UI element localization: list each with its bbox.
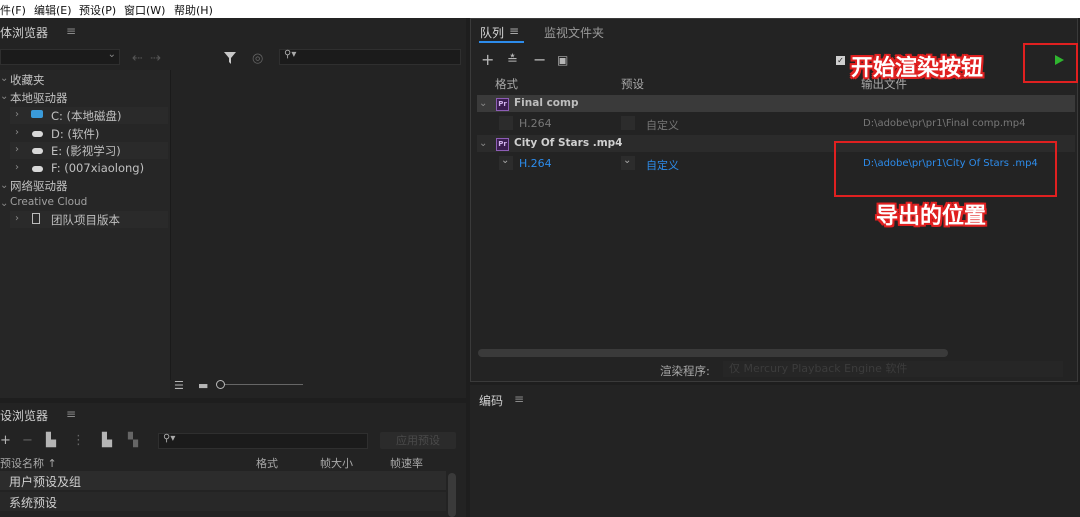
list-view-icon[interactable]: ☰: [174, 379, 184, 392]
preset-row-user[interactable]: 用户预设及组: [9, 473, 81, 490]
tree-drive-c[interactable]: C: (本地磁盘): [51, 108, 122, 124]
tree-drive-e[interactable]: E: (影视学习): [51, 143, 121, 159]
horizontal-scrollbar[interactable]: [478, 349, 948, 357]
column-frame-size[interactable]: 帧大小: [320, 455, 353, 471]
encoding-panel: 编码 ≡: [470, 385, 1080, 517]
search-input[interactable]: ⚲▾: [279, 49, 461, 65]
chevron-down-icon[interactable]: ⌄: [479, 138, 487, 149]
annotation-box-output: [834, 141, 1057, 197]
chevron-down-icon: ⌄: [623, 155, 632, 166]
chevron-right-icon[interactable]: ›: [15, 162, 19, 173]
chevron-right-icon[interactable]: ›: [15, 109, 19, 120]
team-project-icon: [32, 213, 40, 224]
search-icon: ⚲▾: [163, 433, 176, 444]
queue-group-name: Final comp: [514, 97, 579, 109]
back-arrow-icon[interactable]: ⇠: [132, 52, 143, 65]
media-browser-title: 媒体浏览器: [0, 26, 49, 40]
forward-arrow-icon[interactable]: ⇢: [150, 52, 161, 65]
renderer-label: 渲染程序:: [660, 364, 710, 378]
item-format[interactable]: H.264: [519, 157, 552, 170]
drive-icon: [32, 148, 43, 154]
drive-icon: [32, 131, 43, 137]
encoding-title: 编码: [479, 394, 504, 408]
view-icon[interactable]: ◎: [252, 52, 263, 65]
column-preset[interactable]: 预设: [621, 76, 644, 92]
auto-start-checkbox[interactable]: ✓: [836, 56, 845, 65]
chevron-right-icon[interactable]: ›: [15, 213, 19, 224]
menu-edit[interactable]: 编辑(E): [34, 2, 72, 18]
tab-queue[interactable]: 队列: [480, 24, 504, 41]
preset-row-system[interactable]: 系统预设: [9, 494, 57, 511]
settings-icon[interactable]: ⋮: [72, 434, 85, 447]
new-group-icon[interactable]: ▙: [46, 434, 56, 447]
item-format[interactable]: H.264: [519, 117, 552, 130]
panel-menu-icon[interactable]: ≡: [66, 407, 76, 421]
panel-menu-icon[interactable]: ≡: [66, 24, 76, 38]
column-format[interactable]: 格式: [256, 455, 278, 471]
chevron-right-icon[interactable]: ›: [15, 144, 19, 155]
tree-local-drives[interactable]: 本地驱动器: [10, 90, 68, 106]
media-browser-panel: 媒体浏览器 ≡ ⌄ ⇠ ⇢ ◎ ⚲▾ ⌄ 收藏夹 ⌄ 本地驱动器 › C: (本…: [0, 18, 466, 398]
filter-icon[interactable]: [224, 52, 236, 67]
add-icon[interactable]: +: [0, 434, 11, 447]
tree-favorites[interactable]: 收藏夹: [10, 72, 45, 88]
menu-file[interactable]: 件(F): [0, 2, 26, 18]
column-output-file[interactable]: 输出文件: [861, 76, 907, 92]
preset-dropdown[interactable]: [621, 116, 635, 130]
chevron-down-icon: ⌄: [501, 155, 510, 166]
format-dropdown[interactable]: [499, 116, 513, 130]
icon-view-icon[interactable]: ▬: [198, 379, 208, 392]
preset-dropdown[interactable]: ⌄: [621, 155, 635, 170]
tree-drive-d[interactable]: D: (软件): [51, 126, 99, 142]
preset-browser-title: 预设浏览器: [0, 409, 49, 423]
menu-preset[interactable]: 预设(P): [79, 2, 116, 18]
tree-creative-cloud[interactable]: Creative Cloud: [10, 196, 87, 208]
annotation-box-render: [1023, 43, 1078, 83]
queue-panel: 队列 ≡ 监视文件夹 + ≛ − ▣ ✓ 开始渲染按钮 格式 预设 输出文件 ⌄…: [470, 18, 1078, 382]
item-preset[interactable]: 自定义: [646, 117, 679, 133]
play-icon[interactable]: [1055, 55, 1064, 65]
chevron-right-icon[interactable]: ›: [15, 127, 19, 138]
tree-network-drives[interactable]: 网络驱动器: [10, 178, 68, 194]
preset-settings-icon[interactable]: ≛: [507, 54, 518, 67]
remove-icon[interactable]: −: [22, 434, 33, 447]
menu-bar: 件(F) 编辑(E) 预设(P) 窗口(W) 帮助(H): [0, 0, 1080, 18]
tree-drive-f[interactable]: F: (007xiaolong): [51, 161, 144, 175]
zoom-slider-track[interactable]: [225, 384, 303, 385]
scrollbar[interactable]: [448, 473, 456, 517]
menu-help[interactable]: 帮助(H): [174, 2, 213, 18]
chevron-down-icon: ⌄: [107, 49, 116, 60]
tab-watch-folders[interactable]: 监视文件夹: [544, 24, 604, 41]
menu-window[interactable]: 窗口(W): [124, 2, 165, 18]
add-icon[interactable]: +: [481, 52, 494, 68]
zoom-slider-handle[interactable]: [216, 380, 225, 389]
preset-browser-panel: 预设浏览器 ≡ + − ▙ ⋮ ▙ ▚ ⚲▾ 应用预设 预设名称 ↑ 格式 帧大…: [0, 403, 466, 517]
annotation-export-location: 导出的位置: [876, 203, 987, 229]
premiere-icon: Pr: [496, 138, 509, 151]
search-icon: ⚲▾: [284, 49, 297, 60]
queue-menu-icon[interactable]: ≡: [509, 24, 519, 38]
column-frame-rate[interactable]: 帧速率: [390, 455, 423, 471]
export-icon[interactable]: ▚: [128, 434, 138, 447]
remove-icon[interactable]: −: [533, 52, 546, 68]
column-preset-name[interactable]: 预设名称 ↑: [0, 455, 57, 471]
tree-team-versions[interactable]: 团队项目版本: [51, 212, 120, 228]
import-icon[interactable]: ▙: [102, 434, 112, 447]
panel-menu-icon[interactable]: ≡: [514, 392, 524, 406]
chevron-down-icon[interactable]: ⌄: [479, 98, 487, 109]
premiere-icon: Pr: [496, 98, 509, 111]
drive-icon: [32, 166, 43, 172]
active-tab-indicator: [479, 41, 524, 43]
location-dropdown[interactable]: ⌄: [0, 49, 120, 65]
item-preset[interactable]: 自定义: [646, 157, 679, 173]
duplicate-icon[interactable]: ▣: [557, 54, 568, 67]
system-drive-icon: [31, 110, 43, 118]
queue-group-name: City Of Stars .mp4: [514, 137, 623, 149]
apply-preset-button[interactable]: 应用预设: [380, 432, 456, 449]
column-format[interactable]: 格式: [495, 76, 518, 92]
format-dropdown[interactable]: ⌄: [499, 155, 513, 170]
item-output[interactable]: D:\adobe\pr\pr1\Final comp.mp4: [863, 118, 1025, 129]
renderer-dropdown[interactable]: 仅 Mercury Playback Engine 软件: [723, 361, 1063, 377]
preset-search-input[interactable]: ⚲▾: [158, 433, 368, 449]
